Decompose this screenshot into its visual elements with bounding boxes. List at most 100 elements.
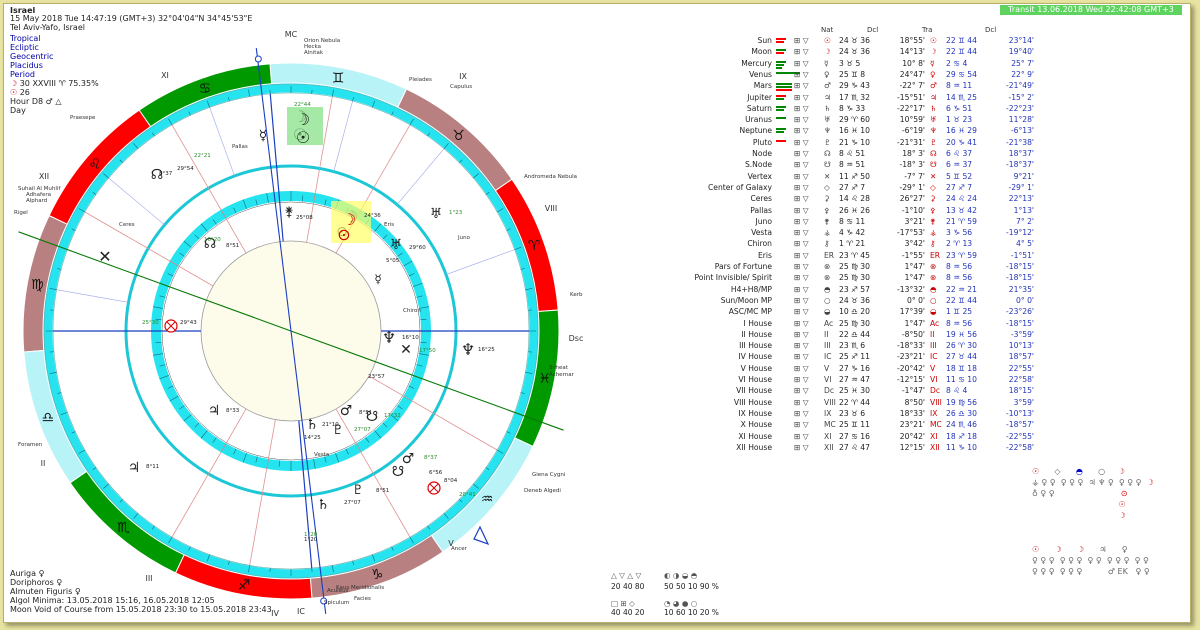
natal-declination: 3°42' [904, 239, 925, 249]
row-label: VIII House [733, 397, 772, 407]
degree-label: 5°05 [386, 258, 400, 264]
planet-glyph-icon[interactable]: ♄ [306, 417, 319, 433]
natal-declination: 3°21' [904, 216, 925, 226]
planet-glyph-icon[interactable]: ♅ [430, 206, 443, 222]
planet-glyph-icon[interactable]: ♅ [390, 237, 403, 253]
row-label: ASC/MC MP [728, 307, 772, 317]
transit-glyph-icon: ☋ [930, 160, 937, 170]
natal-declination: -21°31' [897, 137, 925, 147]
degree-label: 8°11 [146, 464, 159, 470]
natal-glyph-icon: ☽ [824, 47, 831, 57]
aspect-icons: ⊞ ▽ [794, 205, 809, 215]
planet-glyph-icon[interactable]: ♆ [382, 328, 396, 347]
planet-glyph-icon[interactable]: ♆ [461, 340, 475, 359]
degree-label: 16°10 [402, 335, 419, 341]
transit-declination: -21°38' [1006, 137, 1034, 147]
planet-glyph-icon[interactable]: ☉ [296, 128, 310, 147]
row-label: Pallas [750, 205, 772, 215]
planet-glyph-icon[interactable]: ☋ [392, 464, 404, 480]
row-label: Vesta [751, 228, 772, 238]
degree-label: 8°51 [226, 243, 239, 249]
transit-position: 5 ♊ 52 [946, 171, 973, 181]
point-label: Pallas [232, 144, 248, 150]
planet-glyph-icon[interactable]: ✕ [400, 342, 412, 358]
fixed-star-label: Giena Cygni [532, 472, 566, 478]
chart-wheel[interactable]: ♈♉♊♋♌♍♎♏♐♑♒♓XIXIIIIIIIIVVVIIIIXMCICDscOr… [4, 4, 684, 622]
natal-declination: -8°50' [901, 329, 925, 339]
planet-glyph-icon[interactable]: ☽ [296, 110, 310, 129]
planet-glyph-icon[interactable]: ✕ [98, 247, 111, 266]
transit-position: 1 ♉ 23 [946, 115, 973, 125]
natal-glyph-icon: ⚴ [824, 205, 830, 215]
natal-glyph-icon: ⚵ [824, 216, 830, 226]
transit-glyph-icon: IX [930, 408, 938, 418]
planet-glyph-icon[interactable]: ♇ [352, 483, 364, 498]
transit-glyph-icon: Ac [930, 318, 940, 328]
planet-glyph-icon[interactable]: ⚵ [284, 205, 294, 220]
transit-declination: 3°59' [1013, 397, 1034, 407]
fixed-star-label: Praesepe [70, 115, 96, 121]
natal-declination: -29° 1' [899, 182, 925, 192]
degree-label: 24°36 [364, 213, 381, 219]
aspect-icons: ⊞ ▽ [794, 262, 809, 271]
transit-banner[interactable]: Transit 13.06.2018 Wed 22:42:08 GMT+3 [1000, 5, 1182, 15]
transit-position: 8 ♒ 56 [946, 262, 973, 271]
planet-glyph-icon[interactable]: ☿ [374, 272, 381, 286]
transit-declination: 10°13' [1008, 341, 1034, 351]
natal-glyph-icon: ☊ [824, 149, 831, 158]
element-stats-row3: 50 50 10 90 % [664, 582, 719, 591]
transit-declination: 1°13' [1013, 205, 1034, 215]
footer-auriga: Auriga ♀ [10, 569, 45, 578]
transit-glyph-icon: ♇ [930, 137, 937, 147]
fixed-star-label: Spiculum [324, 600, 349, 606]
natal-declination: 24°47' [899, 69, 925, 79]
row-label: V House [740, 363, 772, 373]
planet-glyph-icon[interactable]: ♄ [317, 497, 330, 513]
strength-bars [776, 94, 786, 101]
natal-position: 24 ♉ 36 [839, 47, 870, 57]
natal-declination: 1°47' [904, 273, 925, 283]
degree-label: 1°20 [304, 537, 318, 543]
aspect-icons: ⊞ ▽ [794, 126, 809, 136]
mc-marker-icon[interactable] [254, 55, 262, 63]
transit-declination: -18°15' [1006, 318, 1034, 328]
natal-position: 24 ♉ 36 [839, 36, 870, 45]
house-numeral-label: XII [39, 172, 49, 181]
strength-bars [776, 139, 786, 143]
house-numeral-label: III [145, 574, 152, 583]
transit-glyph-icon: ☽ [930, 47, 937, 57]
transit-position: 2 ♋ 4 [946, 58, 968, 68]
planet-glyph-icon[interactable]: ☿ [259, 128, 268, 144]
zodiac-sign-glyph-icon: ♉ [452, 128, 465, 144]
degree-label: 22°21 [194, 153, 211, 159]
natal-declination: 14°13' [899, 47, 925, 57]
fixed-star-label: Ancer [451, 546, 468, 552]
planet-glyph-icon[interactable]: ♃ [128, 460, 141, 476]
fixed-star-label: Foramen [18, 442, 43, 448]
planet-glyph-icon[interactable]: ♂ [340, 403, 353, 419]
degree-label: 8°37 [424, 455, 438, 461]
aspect-icons: ⊞ ▽ [794, 137, 809, 147]
natal-declination: 1°47' [904, 262, 925, 271]
natal-glyph-icon: ⊗ [824, 273, 831, 283]
zodiac-sign-glyph-icon: ♏ [117, 520, 130, 536]
aspect-icons: ⊞ ▽ [794, 307, 809, 317]
planet-glyph-icon[interactable]: ⊙ [337, 225, 350, 244]
row-label: Sun/Moon MP [720, 295, 772, 305]
natal-position: 25 ♍ 30 [839, 318, 870, 328]
point-label: Chiron [403, 308, 421, 314]
aspect-icons: ⊞ ▽ [794, 341, 809, 351]
row-label: III House [739, 341, 772, 351]
transit-position: 19 ♍ 56 [946, 397, 977, 407]
natal-declination: 10° 8' [902, 58, 925, 68]
degree-label: 17°32 [384, 413, 401, 419]
dispositor-grid-1: ☉ ◇ ◓ ○ ☽ ⚶ ♀ ♀ ♀ ♀ ♀ ♃ ♆ ♀ ♀ ♀ ♀ ☽ ♁ ♀ … [1032, 467, 1154, 520]
planet-glyph-icon[interactable]: ♃ [208, 403, 221, 419]
transit-position: 18 ♐ 18 [946, 431, 977, 441]
fixed-star-label: Kerb [570, 292, 583, 298]
natal-glyph-icon: Ac [824, 318, 834, 328]
transit-position: 6 ♑ 51 [946, 103, 973, 113]
aspect-icons: ⊞ ▽ [794, 250, 809, 260]
aspect-icons: ⊞ ▽ [794, 81, 809, 91]
col-transit-header: Tra [922, 26, 933, 34]
